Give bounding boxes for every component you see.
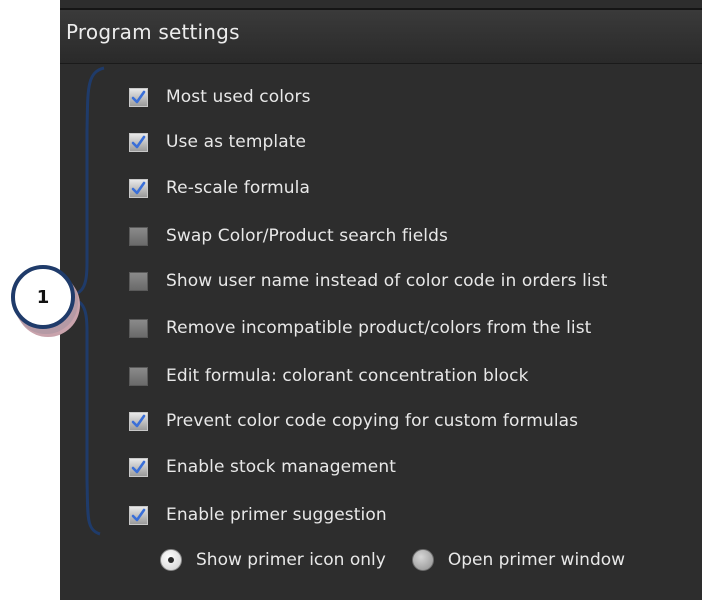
setting-use-as-template[interactable]: Use as template [129,130,306,154]
radio-primer-icon-only[interactable] [160,549,182,571]
checkbox-checked[interactable] [129,505,148,525]
setting-label: Use as template [166,132,307,152]
checkbox-checked[interactable] [129,411,148,431]
checkbox-checked[interactable] [129,457,148,477]
checkbox-checked[interactable] [129,87,148,107]
setting-most-used-colors[interactable]: Most used colors [129,85,311,109]
setting-label: Re-scale formula [166,178,310,198]
callout-number: 1 [36,286,50,308]
checkmark-icon [131,508,146,521]
radio-label: Open primer window [447,550,626,570]
checkmark-icon [131,460,146,473]
radio-label: Show primer icon only [196,550,386,570]
setting-show-user-name[interactable]: Show user name instead of color code in … [129,269,607,293]
panel-header: Program settings [60,8,702,64]
checkbox-unchecked[interactable] [129,318,148,338]
setting-label: Enable primer suggestion [166,505,387,525]
checkmark-icon [131,135,146,148]
setting-label: Edit formula: colorant concentration blo… [166,366,529,386]
checkmark-icon [131,90,146,103]
checkmark-icon [131,414,146,427]
setting-label: Show user name instead of color code in … [166,271,608,291]
setting-stock-management[interactable]: Enable stock management [129,455,396,479]
setting-rescale-formula[interactable]: Re-scale formula [129,176,310,200]
checkbox-unchecked[interactable] [129,271,148,291]
checkbox-unchecked[interactable] [129,226,148,246]
setting-primer-suggestion[interactable]: Enable primer suggestion [129,503,387,527]
program-settings-panel: Program settings Most used colors Use as… [60,0,702,600]
primer-option-group: Show primer icon only Open primer window [160,547,625,573]
checkmark-icon [131,181,146,194]
setting-prevent-code-copying[interactable]: Prevent color code copying for custom fo… [129,409,578,433]
setting-remove-incompatible[interactable]: Remove incompatible product/colors from … [129,316,591,340]
setting-label: Swap Color/Product search fields [166,226,448,246]
checkbox-checked[interactable] [129,132,148,152]
radio-open-primer-window[interactable] [411,549,434,571]
setting-edit-formula[interactable]: Edit formula: colorant concentration blo… [129,364,529,388]
setting-swap-search-fields[interactable]: Swap Color/Product search fields [129,224,448,248]
setting-label: Enable stock management [166,457,397,477]
setting-label: Remove incompatible product/colors from … [166,318,592,338]
setting-label: Prevent color code copying for custom fo… [166,411,579,431]
setting-label: Most used colors [166,87,311,107]
checkbox-unchecked[interactable] [129,366,148,386]
checkbox-checked[interactable] [129,178,148,198]
callout-marker: 1 [11,265,75,329]
